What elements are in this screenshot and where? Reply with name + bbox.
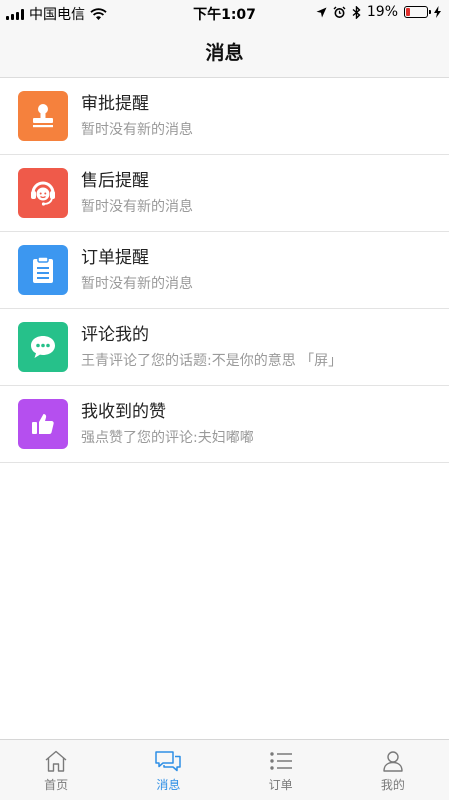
- chat-bubble-icon: [31, 336, 55, 358]
- tab-label: 首页: [44, 778, 69, 792]
- message-list: 审批提醒 暂时没有新的消息 售后提醒 暂时没有新的消息 订单提醒 暂时没有新的消…: [0, 78, 449, 463]
- bluetooth-icon: [352, 5, 361, 19]
- messages-icon: [155, 751, 182, 772]
- tab-label: 订单: [268, 778, 293, 792]
- message-title: 评论我的: [81, 325, 149, 345]
- approval-icon-tile: [18, 91, 68, 141]
- comments-icon-tile: [18, 322, 68, 372]
- message-item-after-sales[interactable]: 售后提醒 暂时没有新的消息: [0, 155, 449, 232]
- location-arrow-icon: [316, 7, 327, 17]
- message-title: 我收到的赞: [81, 402, 166, 422]
- tab-label: 我的: [380, 778, 405, 792]
- tab-home[interactable]: 首页: [0, 740, 112, 800]
- message-subtitle: 暂时没有新的消息: [81, 122, 193, 138]
- message-title: 售后提醒: [81, 171, 149, 191]
- nav-bar: 消息: [0, 26, 449, 78]
- message-title: 订单提醒: [81, 248, 149, 268]
- charging-icon: [434, 6, 441, 18]
- message-subtitle: 暂时没有新的消息: [81, 276, 193, 292]
- message-subtitle: 王青评论了您的话题:不是你的意思 「屏」: [81, 353, 343, 369]
- alarm-icon: [333, 6, 346, 18]
- tab-label: 消息: [156, 778, 181, 792]
- tab-orders[interactable]: 订单: [225, 740, 337, 800]
- status-bar: 中国电信 下午1:07 19%: [0, 0, 449, 26]
- likes-icon-tile: [18, 399, 68, 449]
- battery-percent: 19%: [366, 4, 398, 20]
- message-title: 审批提醒: [81, 94, 149, 114]
- status-right: 19%: [316, 4, 441, 20]
- message-subtitle: 强点赞了您的评论:夫妇嘟嘟: [81, 430, 254, 446]
- message-item-comments[interactable]: 评论我的 王青评论了您的话题:不是你的意思 「屏」: [0, 309, 449, 386]
- after-sales-icon-tile: [18, 168, 68, 218]
- home-icon: [45, 750, 67, 772]
- tab-bar: 首页 消息 订单 我的: [0, 739, 449, 800]
- page-title: 消息: [205, 42, 244, 64]
- clipboard-icon: [33, 256, 53, 283]
- message-item-order[interactable]: 订单提醒 暂时没有新的消息: [0, 232, 449, 309]
- message-item-approval[interactable]: 审批提醒 暂时没有新的消息: [0, 78, 449, 155]
- message-subtitle: 暂时没有新的消息: [81, 199, 193, 215]
- order-icon-tile: [18, 245, 68, 295]
- person-icon: [383, 751, 403, 772]
- battery-icon: [404, 6, 431, 18]
- message-item-likes[interactable]: 我收到的赞 强点赞了您的评论:夫妇嘟嘟: [0, 386, 449, 463]
- customer-service-icon: [31, 181, 55, 206]
- list-icon: [269, 752, 292, 770]
- tab-mine[interactable]: 我的: [337, 740, 449, 800]
- thumbs-up-icon: [32, 414, 54, 434]
- stamp-icon: [33, 104, 53, 128]
- tab-messages[interactable]: 消息: [112, 740, 224, 800]
